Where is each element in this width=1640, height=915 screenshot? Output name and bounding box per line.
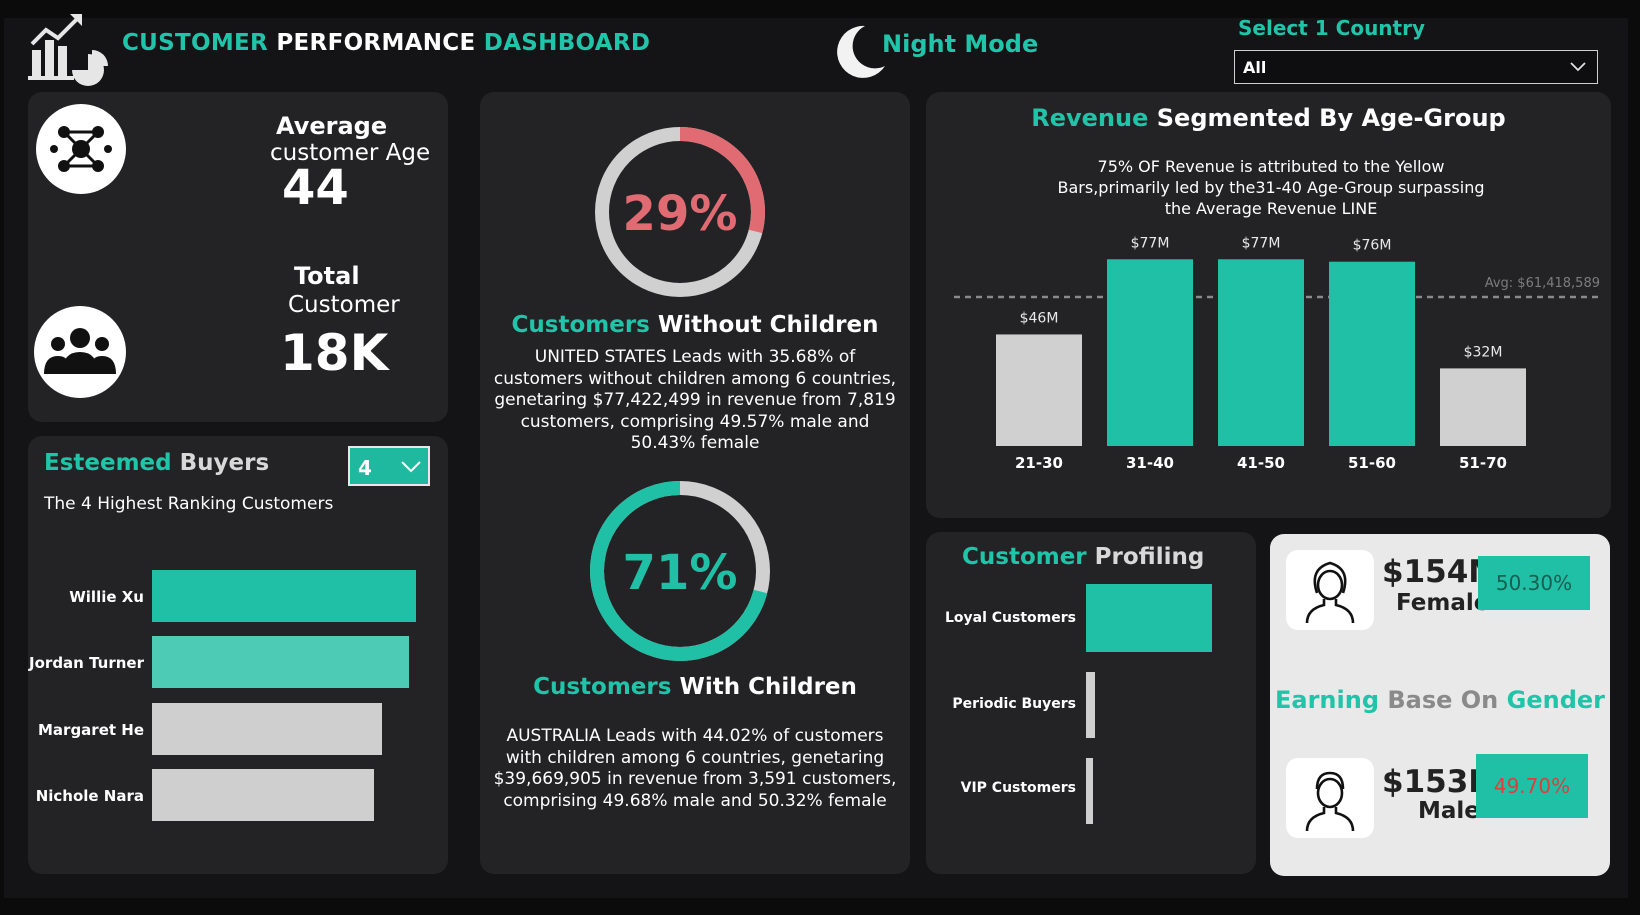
users-group-icon <box>34 306 126 398</box>
esteemed-buyers-title-word2: Buyers <box>179 450 270 476</box>
revenue-title-word1: Revenue <box>1031 104 1149 132</box>
profile-bar[interactable] <box>1086 584 1212 652</box>
revenue-bar[interactable] <box>996 334 1082 446</box>
buyer-bar[interactable] <box>152 769 374 821</box>
female-label: Female <box>1396 590 1490 616</box>
female-avatar-icon <box>1286 550 1374 630</box>
profile-bar[interactable] <box>1086 672 1095 738</box>
earning-by-gender-title: Earning Base On Gender <box>1270 686 1610 714</box>
children-card: 29% Customers Without Children UNITED ST… <box>480 92 910 874</box>
title-word-dashboard: DASHBOARD <box>483 30 651 56</box>
buyer-bar[interactable] <box>152 703 382 755</box>
revenue-bar[interactable] <box>1440 368 1526 446</box>
top-n-dropdown-value: 4 <box>358 456 372 480</box>
with-children-title-word2: With Children <box>679 674 857 700</box>
with-children-pct: 71% <box>623 545 738 601</box>
top-n-dropdown[interactable]: 4 <box>348 446 430 486</box>
customer-profiling-title-word2: Profiling <box>1094 544 1205 570</box>
age-group-tick: 51-70 <box>1459 454 1507 472</box>
esteemed-buyers-title-word1: Esteemed <box>44 450 172 476</box>
buyer-name: Jordan Turner <box>29 654 144 672</box>
title-word-customer: CUSTOMER <box>122 30 269 56</box>
revenue-bar[interactable] <box>1218 259 1304 446</box>
avg-age-value: 44 <box>282 160 349 216</box>
earning-title-word3: Gender <box>1506 686 1605 714</box>
age-group-tick: 51-60 <box>1348 454 1396 472</box>
avg-age-label: Average <box>276 112 388 140</box>
kpi-card: Average customer Age 44 Total Customer 1… <box>28 92 448 422</box>
without-children-description: UNITED STATES Leads with 35.68% of custo… <box>493 347 897 453</box>
country-select[interactable]: All <box>1234 50 1598 84</box>
revenue-card: Revenue Segmented By Age-Group 75% OF Re… <box>926 92 1611 518</box>
customer-profiling-card: Customer Profiling Loyal Customers Perio… <box>926 532 1256 874</box>
revenue-bar-chart: Avg: $61,418,589 $46M 21-30 $77M 31-40 $77M 41… <box>954 235 1601 472</box>
buyer-name: Margaret He <box>38 721 144 739</box>
with-children-donut[interactable]: 71% <box>585 476 775 666</box>
revenue-bar[interactable] <box>1107 259 1193 446</box>
average-label: Avg: $61,418,589 <box>1485 276 1600 291</box>
age-group-tick: 31-40 <box>1126 454 1174 472</box>
dashboard-logo-icon <box>28 14 108 86</box>
without-children-title-word2: Without Children <box>657 312 879 338</box>
total-customer-label: Total <box>294 262 360 290</box>
male-pct: 49.70% <box>1493 774 1571 798</box>
esteemed-buyers-subtitle: The 4 Highest Ranking Customers <box>44 494 334 514</box>
buyer-name: Willie Xu <box>69 588 144 606</box>
profile-bar[interactable] <box>1086 758 1093 824</box>
revenue-bar-label: $77M <box>1131 235 1170 251</box>
buyer-bar[interactable] <box>152 570 416 622</box>
revenue-bar-label: $46M <box>1020 310 1059 326</box>
buyer-name: Nichole Nara <box>35 787 144 805</box>
esteemed-buyers-title: Esteemed Buyers <box>44 450 269 476</box>
revenue-bar-label: $32M <box>1464 344 1503 360</box>
revenue-subtitle: 75% OF Revenue is attributed to the Yell… <box>1057 157 1485 218</box>
total-customer-value: 18K <box>280 324 389 382</box>
revenue-bar-label: $77M <box>1242 235 1281 251</box>
total-customer-sublabel: Customer <box>288 292 400 318</box>
with-children-title-word1: Customers <box>533 674 672 700</box>
revenue-title-word2: Segmented By Age-Group <box>1156 104 1506 132</box>
title-word-performance: PERFORMANCE <box>276 30 476 56</box>
male-avatar-icon <box>1286 758 1374 838</box>
without-children-title: Customers Without Children <box>480 312 910 338</box>
with-children-description: AUSTRALIA Leads with 44.02% of customers… <box>493 726 897 811</box>
without-children-title-word1: Customers <box>511 312 650 338</box>
country-select-value: All <box>1243 58 1267 77</box>
customer-profiling-title-word1: Customer <box>962 544 1087 570</box>
earning-title-word2: Base On <box>1387 686 1499 714</box>
esteemed-buyers-card: Esteemed Buyers The 4 Highest Ranking Cu… <box>28 436 448 874</box>
profile-name: Periodic Buyers <box>952 696 1076 712</box>
revenue-bar[interactable] <box>1329 261 1415 446</box>
revenue-title: Revenue Segmented By Age-Group <box>926 104 1611 132</box>
night-mode-toggle[interactable]: Night Mode <box>882 30 1038 58</box>
without-children-donut[interactable]: 29% <box>590 122 770 302</box>
revenue-bar-label: $76M <box>1353 238 1392 254</box>
earning-by-gender-card: $154M Female 50.30% Earning Base On Gend… <box>1270 534 1610 876</box>
with-children-title: Customers With Children <box>480 674 910 700</box>
network-icon <box>36 104 126 194</box>
male-pct-badge: 49.70% <box>1476 754 1588 818</box>
country-select-label: Select 1 Country <box>1238 16 1426 40</box>
age-group-tick: 41-50 <box>1237 454 1285 472</box>
age-group-tick: 21-30 <box>1015 454 1063 472</box>
profile-name: Loyal Customers <box>945 610 1076 626</box>
female-pct: 50.30% <box>1495 571 1573 595</box>
without-children-pct: 29% <box>623 186 738 242</box>
female-pct-badge: 50.30% <box>1478 556 1590 610</box>
male-label: Male <box>1418 798 1480 824</box>
profile-name: VIP Customers <box>960 780 1076 796</box>
earning-title-word1: Earning <box>1275 686 1380 714</box>
customer-profiling-title: Customer Profiling <box>962 544 1204 570</box>
night-mode-moon-icon[interactable] <box>835 22 887 78</box>
buyer-bar[interactable] <box>152 636 410 688</box>
page-title: CUSTOMER PERFORMANCE DASHBOARD <box>122 30 650 56</box>
chevron-down-icon <box>1570 62 1586 72</box>
chevron-down-icon <box>401 461 421 473</box>
